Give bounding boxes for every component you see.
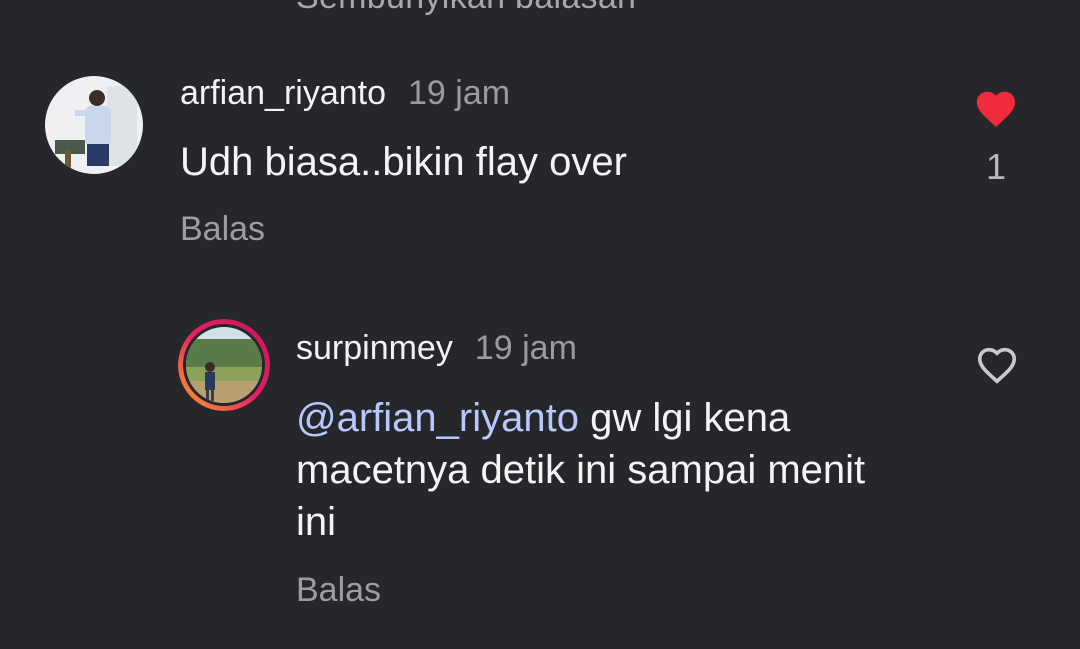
timestamp: 19 jam — [474, 329, 577, 367]
username[interactable]: arfian_riyanto — [180, 74, 386, 113]
like-button[interactable] — [973, 86, 1019, 132]
heart-filled-icon — [976, 91, 1016, 127]
reply-meta: surpinmey 19 jam — [296, 329, 577, 368]
heart-outline-icon — [977, 347, 1017, 384]
comment-meta: arfian_riyanto 19 jam — [180, 74, 510, 113]
comment-text: Udh biasa..bikin flay over — [180, 140, 627, 184]
like-button[interactable] — [974, 342, 1020, 388]
timestamp: 19 jam — [408, 74, 511, 112]
avatar[interactable] — [45, 76, 143, 174]
like-count: 1 — [985, 146, 1007, 187]
mention-link[interactable]: @arfian_riyanto — [296, 396, 579, 440]
username[interactable]: surpinmey — [296, 329, 453, 368]
reply-button[interactable]: Balas — [180, 210, 265, 249]
hide-replies-link[interactable]: Sembunyikan balasan — [296, 0, 636, 17]
reply-text: @arfian_riyanto gw lgi kena macetnya det… — [296, 392, 896, 548]
reply-button[interactable]: Balas — [296, 571, 381, 610]
avatar-story-ring[interactable] — [178, 319, 270, 411]
